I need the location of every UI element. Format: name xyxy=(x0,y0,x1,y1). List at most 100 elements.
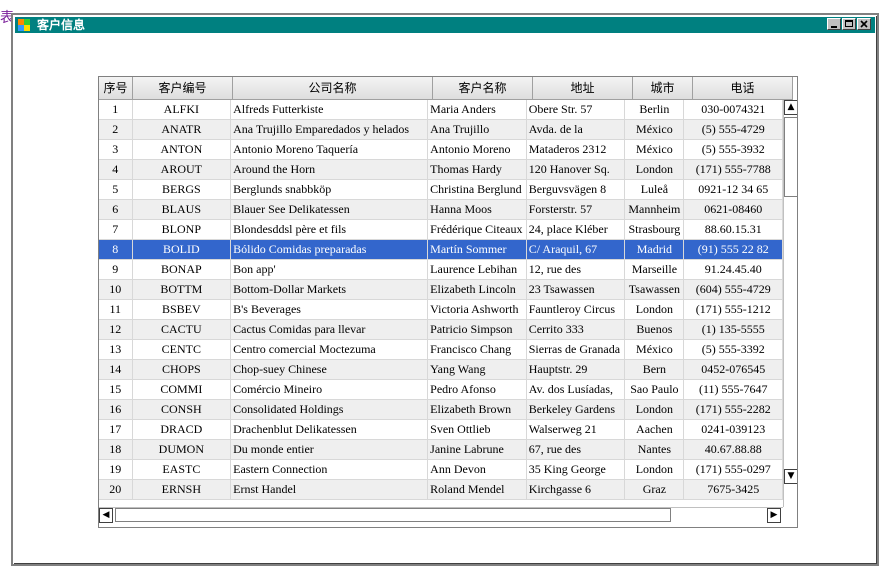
cell-city[interactable]: Marseille xyxy=(625,260,685,280)
scroll-down-button[interactable]: ▼ xyxy=(784,469,797,484)
cell-phone[interactable]: 0621-08460 xyxy=(684,200,784,220)
table-row[interactable]: 19 EASTC Eastern Connection Ann Devon 35 Kin… xyxy=(99,460,784,480)
cell-city[interactable]: Madrid xyxy=(625,240,685,260)
table-row[interactable]: 7 BLONP Blondesddsl père et fils Frédérique… xyxy=(99,220,784,240)
cell-address[interactable]: Walserweg 21 xyxy=(526,420,626,440)
cell-company[interactable]: Ernst Handel xyxy=(231,480,429,500)
cell-num[interactable]: 15 xyxy=(99,380,133,400)
cell-id[interactable]: CHOPS xyxy=(132,360,232,380)
cell-company[interactable]: Cactus Comidas para llevar xyxy=(231,320,429,340)
cell-contact[interactable]: Francisco Chang xyxy=(428,340,527,360)
cell-num[interactable]: 1 xyxy=(99,100,133,120)
cell-phone[interactable]: (1) 135-5555 xyxy=(684,320,784,340)
cell-id[interactable]: EASTC xyxy=(132,460,232,480)
cell-address[interactable]: Forsterstr. 57 xyxy=(526,200,626,220)
column-header-num[interactable]: 序号 xyxy=(99,77,133,100)
cell-city[interactable]: Tsawassen xyxy=(625,280,685,300)
cell-city[interactable]: Graz xyxy=(625,480,685,500)
cell-company[interactable]: Bottom-Dollar Markets xyxy=(231,280,429,300)
cell-num[interactable]: 20 xyxy=(99,480,133,500)
cell-contact[interactable]: Elizabeth Brown xyxy=(428,400,527,420)
cell-phone[interactable]: 91.24.45.40 xyxy=(684,260,784,280)
horizontal-scrollbar[interactable]: ◀ ▶ xyxy=(99,507,783,523)
scroll-left-button[interactable]: ◀ xyxy=(99,508,113,523)
cell-phone[interactable]: 88.60.15.31 xyxy=(684,220,784,240)
column-header-city[interactable]: 城市 xyxy=(633,77,693,100)
cell-company[interactable]: Du monde entier xyxy=(231,440,429,460)
column-header-contact[interactable]: 客户名称 xyxy=(433,77,533,100)
cell-address[interactable]: Mataderos 2312 xyxy=(526,140,626,160)
vertical-scrollbar[interactable]: ▲ ▼ xyxy=(783,100,797,507)
table-row[interactable]: 18 DUMON Du monde entier Janine Labrune 67, … xyxy=(99,440,784,460)
cell-id[interactable]: ANTON xyxy=(132,140,232,160)
scroll-right-button[interactable]: ▶ xyxy=(767,508,781,523)
cell-address[interactable]: Hauptstr. 29 xyxy=(526,360,626,380)
table-row[interactable]: 2 ANATR Ana Trujillo Emparedados y helados… xyxy=(99,120,784,140)
cell-company[interactable]: Bon app' xyxy=(231,260,429,280)
cell-contact[interactable]: Roland Mendel xyxy=(428,480,527,500)
cell-id[interactable]: BLAUS xyxy=(132,200,232,220)
cell-city[interactable]: London xyxy=(625,300,685,320)
cell-address[interactable]: 67, rue des xyxy=(526,440,626,460)
cell-address[interactable]: Avda. de la xyxy=(526,120,626,140)
cell-id[interactable]: CACTU xyxy=(132,320,232,340)
cell-id[interactable]: COMMI xyxy=(132,380,232,400)
cell-contact[interactable]: Frédérique Citeaux xyxy=(428,220,527,240)
horizontal-scroll-thumb[interactable] xyxy=(115,508,671,522)
close-button[interactable] xyxy=(857,18,871,30)
cell-contact[interactable]: Ann Devon xyxy=(428,460,527,480)
cell-city[interactable]: London xyxy=(625,400,685,420)
cell-phone[interactable]: 0921-12 34 65 xyxy=(684,180,784,200)
cell-company[interactable]: Drachenblut Delikatessen xyxy=(231,420,429,440)
cell-company[interactable]: Chop-suey Chinese xyxy=(231,360,429,380)
cell-id[interactable]: BOTTM xyxy=(132,280,232,300)
cell-phone[interactable]: (5) 555-3392 xyxy=(684,340,784,360)
cell-address[interactable]: C/ Araquil, 67 xyxy=(526,240,626,260)
table-row[interactable]: 17 DRACD Drachenblut Delikatessen Sven Ottl… xyxy=(99,420,784,440)
scroll-up-button[interactable]: ▲ xyxy=(784,100,797,115)
cell-num[interactable]: 7 xyxy=(99,220,133,240)
cell-id[interactable]: BLONP xyxy=(132,220,232,240)
cell-address[interactable]: Berguvsvägen 8 xyxy=(526,180,626,200)
cell-company[interactable]: Comércio Mineiro xyxy=(231,380,429,400)
cell-city[interactable]: London xyxy=(625,460,685,480)
cell-contact[interactable]: Patricio Simpson xyxy=(428,320,527,340)
cell-num[interactable]: 5 xyxy=(99,180,133,200)
cell-company[interactable]: Blondesddsl père et fils xyxy=(231,220,429,240)
cell-company[interactable]: Blauer See Delikatessen xyxy=(231,200,429,220)
cell-city[interactable]: Berlin xyxy=(625,100,685,120)
cell-address[interactable]: Berkeley Gardens xyxy=(526,400,626,420)
cell-phone[interactable]: (171) 555-1212 xyxy=(684,300,784,320)
cell-company[interactable]: Eastern Connection xyxy=(231,460,429,480)
cell-address[interactable]: Obere Str. 57 xyxy=(526,100,626,120)
cell-phone[interactable]: (171) 555-7788 xyxy=(684,160,784,180)
cell-num[interactable]: 9 xyxy=(99,260,133,280)
cell-contact[interactable]: Martín Sommer xyxy=(428,240,527,260)
table-row[interactable]: 5 BERGS Berglunds snabbköp Christina Berglu… xyxy=(99,180,784,200)
cell-city[interactable]: Aachen xyxy=(625,420,685,440)
cell-contact[interactable]: Antonio Moreno xyxy=(428,140,527,160)
cell-contact[interactable]: Janine Labrune xyxy=(428,440,527,460)
cell-id[interactable]: BONAP xyxy=(132,260,232,280)
cell-city[interactable]: Sao Paulo xyxy=(625,380,685,400)
cell-phone[interactable]: 7675-3425 xyxy=(684,480,784,500)
cell-num[interactable]: 18 xyxy=(99,440,133,460)
table-row[interactable]: 13 CENTC Centro comercial Moctezuma Francis… xyxy=(99,340,784,360)
cell-company[interactable]: B's Beverages xyxy=(231,300,429,320)
cell-num[interactable]: 13 xyxy=(99,340,133,360)
table-row[interactable]: 16 CONSH Consolidated Holdings Elizabeth Br… xyxy=(99,400,784,420)
cell-phone[interactable]: 0241-039123 xyxy=(684,420,784,440)
minimize-button[interactable] xyxy=(827,18,841,30)
cell-contact[interactable]: Elizabeth Lincoln xyxy=(428,280,527,300)
cell-company[interactable]: Bólido Comidas preparadas xyxy=(231,240,429,260)
cell-contact[interactable]: Yang Wang xyxy=(428,360,527,380)
cell-id[interactable]: BOLID xyxy=(132,240,232,260)
cell-id[interactable]: ALFKI xyxy=(132,100,232,120)
cell-phone[interactable]: (91) 555 22 82 xyxy=(684,240,784,260)
cell-id[interactable]: ERNSH xyxy=(132,480,232,500)
cell-contact[interactable]: Ana Trujillo xyxy=(428,120,527,140)
cell-address[interactable]: Kirchgasse 6 xyxy=(526,480,626,500)
table-row[interactable]: 12 CACTU Cactus Comidas para llevar Patrici… xyxy=(99,320,784,340)
cell-address[interactable]: Av. dos Lusíadas, xyxy=(526,380,626,400)
cell-company[interactable]: Alfreds Futterkiste xyxy=(231,100,429,120)
